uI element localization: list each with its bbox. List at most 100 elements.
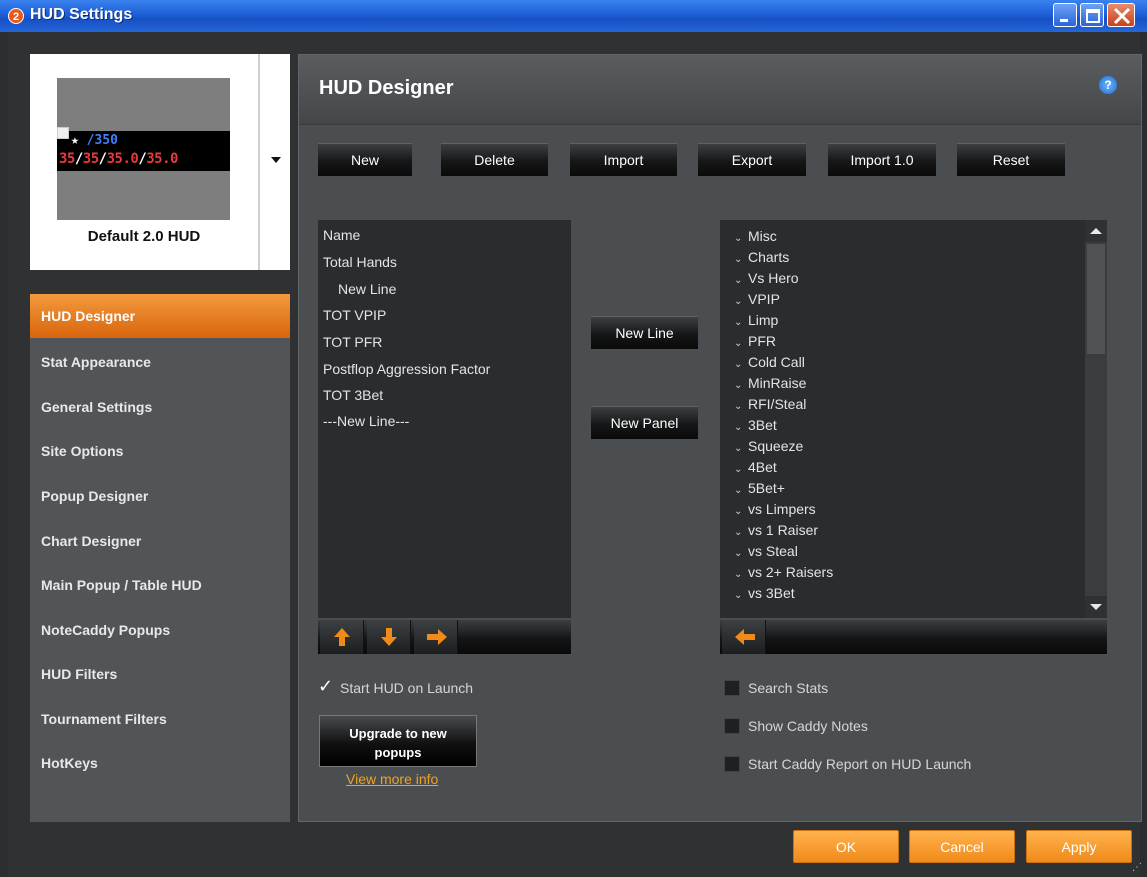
chevron-down-icon: ⌄ (734, 401, 743, 412)
start-hud-checkbox[interactable]: ✓ (318, 676, 333, 697)
hud-layout-list[interactable]: Name Total Hands New Line TOT VPIP TOT P… (318, 220, 571, 618)
sidebar-item-popup-designer[interactable]: Popup Designer (30, 474, 290, 518)
tree-item[interactable]: ⌄ Limp (734, 312, 778, 328)
sidebar-item-hotkeys[interactable]: HotKeys (30, 741, 290, 785)
tree-item[interactable]: ⌄ vs 3Bet (734, 585, 795, 601)
tree-item[interactable]: ⌄ Cold Call (734, 354, 805, 370)
ok-button[interactable]: OK (793, 830, 899, 863)
delete-button[interactable]: Delete (441, 143, 548, 176)
list-item[interactable]: TOT VPIP (323, 307, 386, 323)
list-item[interactable]: Total Hands (323, 254, 397, 270)
sidebar-item-site-options[interactable]: Site Options (30, 429, 290, 473)
tree-item[interactable]: ⌄ vs 2+ Raisers (734, 564, 833, 580)
tree-item[interactable]: ⌄ PFR (734, 333, 776, 349)
chevron-down-icon: ⌄ (734, 254, 743, 265)
layout-list-toolbar (318, 620, 571, 654)
sidebar-item-hud-designer[interactable]: HUD Designer (30, 294, 290, 338)
scroll-up-icon[interactable] (1085, 220, 1107, 242)
sidebar: HUD Designer Stat Appearance General Set… (30, 294, 290, 822)
tree-item[interactable]: ⌄ Squeeze (734, 438, 803, 454)
cancel-button[interactable]: Cancel (909, 830, 1015, 863)
tree-item[interactable]: ⌄ Misc (734, 228, 777, 244)
reset-button[interactable]: Reset (957, 143, 1065, 176)
start-caddy-report-checkbox[interactable] (724, 756, 740, 772)
new-button[interactable]: New (318, 143, 412, 176)
stat-tree-scrollbar[interactable] (1085, 220, 1107, 618)
start-hud-label: Start HUD on Launch (340, 680, 474, 696)
upgrade-popups-button[interactable]: Upgrade to new popups (319, 715, 477, 767)
hud-preview-card[interactable]: ★ /350 35/35/35.0/35.0 Default 2.0 HUD (30, 54, 258, 270)
list-item[interactable]: TOT PFR (323, 334, 382, 350)
sidebar-item-notecaddy-popups[interactable]: NoteCaddy Popups (30, 608, 290, 652)
chevron-down-icon: ⌄ (734, 317, 743, 328)
import-button[interactable]: Import (570, 143, 677, 176)
list-item[interactable]: Postflop Aggression Factor (323, 361, 490, 377)
tree-item[interactable]: ⌄ 3Bet (734, 417, 777, 433)
sidebar-item-chart-designer[interactable]: Chart Designer (30, 519, 290, 563)
list-item[interactable]: New Line (338, 281, 396, 297)
move-up-button[interactable] (320, 620, 364, 654)
minimize-icon (1060, 19, 1068, 22)
sidebar-item-tournament-filters[interactable]: Tournament Filters (30, 697, 290, 741)
resize-grip-icon[interactable]: ⋰ (1132, 862, 1142, 873)
scroll-down-icon[interactable] (1085, 596, 1107, 618)
panel-title: HUD Designer (319, 77, 454, 99)
sidebar-item-hud-filters[interactable]: HUD Filters (30, 652, 290, 696)
chevron-down-icon: ⌄ (734, 233, 743, 244)
arrow-left-icon (735, 629, 755, 645)
hud-select-dropdown[interactable] (258, 54, 290, 270)
apply-button[interactable]: Apply (1026, 830, 1132, 863)
view-more-info-link[interactable]: View more info (346, 771, 438, 787)
chevron-down-icon: ⌄ (734, 590, 743, 601)
import-1-0-button[interactable]: Import 1.0 (828, 143, 936, 176)
tree-item[interactable]: ⌄ vs Steal (734, 543, 798, 559)
list-item[interactable]: Name (323, 227, 360, 243)
chevron-down-icon: ⌄ (734, 422, 743, 433)
close-button[interactable] (1107, 3, 1135, 27)
chevron-down-icon: ⌄ (734, 380, 743, 391)
list-item[interactable]: ---New Line--- (323, 413, 409, 429)
app-icon: 2 (8, 8, 24, 24)
tree-item[interactable]: ⌄ 4Bet (734, 459, 777, 475)
tree-item[interactable]: ⌄ MinRaise (734, 375, 806, 391)
hud-name: Default 2.0 HUD (87, 228, 201, 245)
tree-item[interactable]: ⌄ Charts (734, 249, 789, 265)
list-item[interactable]: TOT 3Bet (323, 387, 383, 403)
chevron-down-icon: ⌄ (734, 506, 743, 517)
export-button[interactable]: Export (698, 143, 806, 176)
stat-tree[interactable]: ⌄ Misc ⌄ Charts ⌄ Vs Hero ⌄ VPIP ⌄ Limp ⌄ PFR … (720, 220, 1107, 618)
start-caddy-report-label: Start Caddy Report on HUD Launch (748, 756, 972, 772)
search-stats-checkbox[interactable] (724, 680, 740, 696)
new-line-button[interactable]: New Line (591, 316, 698, 349)
new-panel-button[interactable]: New Panel (591, 406, 698, 439)
add-stat-button[interactable] (722, 620, 766, 654)
sidebar-item-stat-appearance[interactable]: Stat Appearance (30, 340, 290, 384)
tree-item[interactable]: ⌄ VPIP (734, 291, 780, 307)
hud-preview-image: ★ /350 35/35/35.0/35.0 (57, 78, 230, 220)
show-caddy-notes-checkbox[interactable] (724, 718, 740, 734)
help-icon[interactable]: ? (1099, 76, 1117, 94)
tree-item[interactable]: ⌄ vs Limpers (734, 501, 816, 517)
tree-item[interactable]: ⌄ vs 1 Raiser (734, 522, 818, 538)
chevron-down-icon (271, 157, 281, 163)
search-stats-label: Search Stats (748, 680, 829, 696)
sidebar-item-main-popup[interactable]: Main Popup / Table HUD (30, 563, 290, 607)
scroll-thumb[interactable] (1087, 244, 1105, 354)
tree-item[interactable]: ⌄ Vs Hero (734, 270, 799, 286)
chevron-down-icon: ⌄ (734, 338, 743, 349)
sidebar-item-general-settings[interactable]: General Settings (30, 385, 290, 429)
minimize-button[interactable] (1053, 3, 1077, 27)
tree-item[interactable]: ⌄ RFI/Steal (734, 396, 806, 412)
hud-preview-strip: ★ /350 35/35/35.0/35.0 (57, 127, 230, 171)
chevron-down-icon: ⌄ (734, 359, 743, 370)
indent-button[interactable] (414, 620, 458, 654)
maximize-icon (1086, 9, 1100, 23)
maximize-button[interactable] (1080, 3, 1104, 27)
hud-preview-line1: ★ /350 (71, 133, 118, 148)
move-down-button[interactable] (367, 620, 411, 654)
show-caddy-notes-label: Show Caddy Notes (748, 718, 868, 734)
tree-item[interactable]: ⌄ 5Bet+ (734, 480, 785, 496)
chevron-down-icon: ⌄ (734, 485, 743, 496)
chevron-down-icon: ⌄ (734, 443, 743, 454)
chevron-down-icon: ⌄ (734, 527, 743, 538)
